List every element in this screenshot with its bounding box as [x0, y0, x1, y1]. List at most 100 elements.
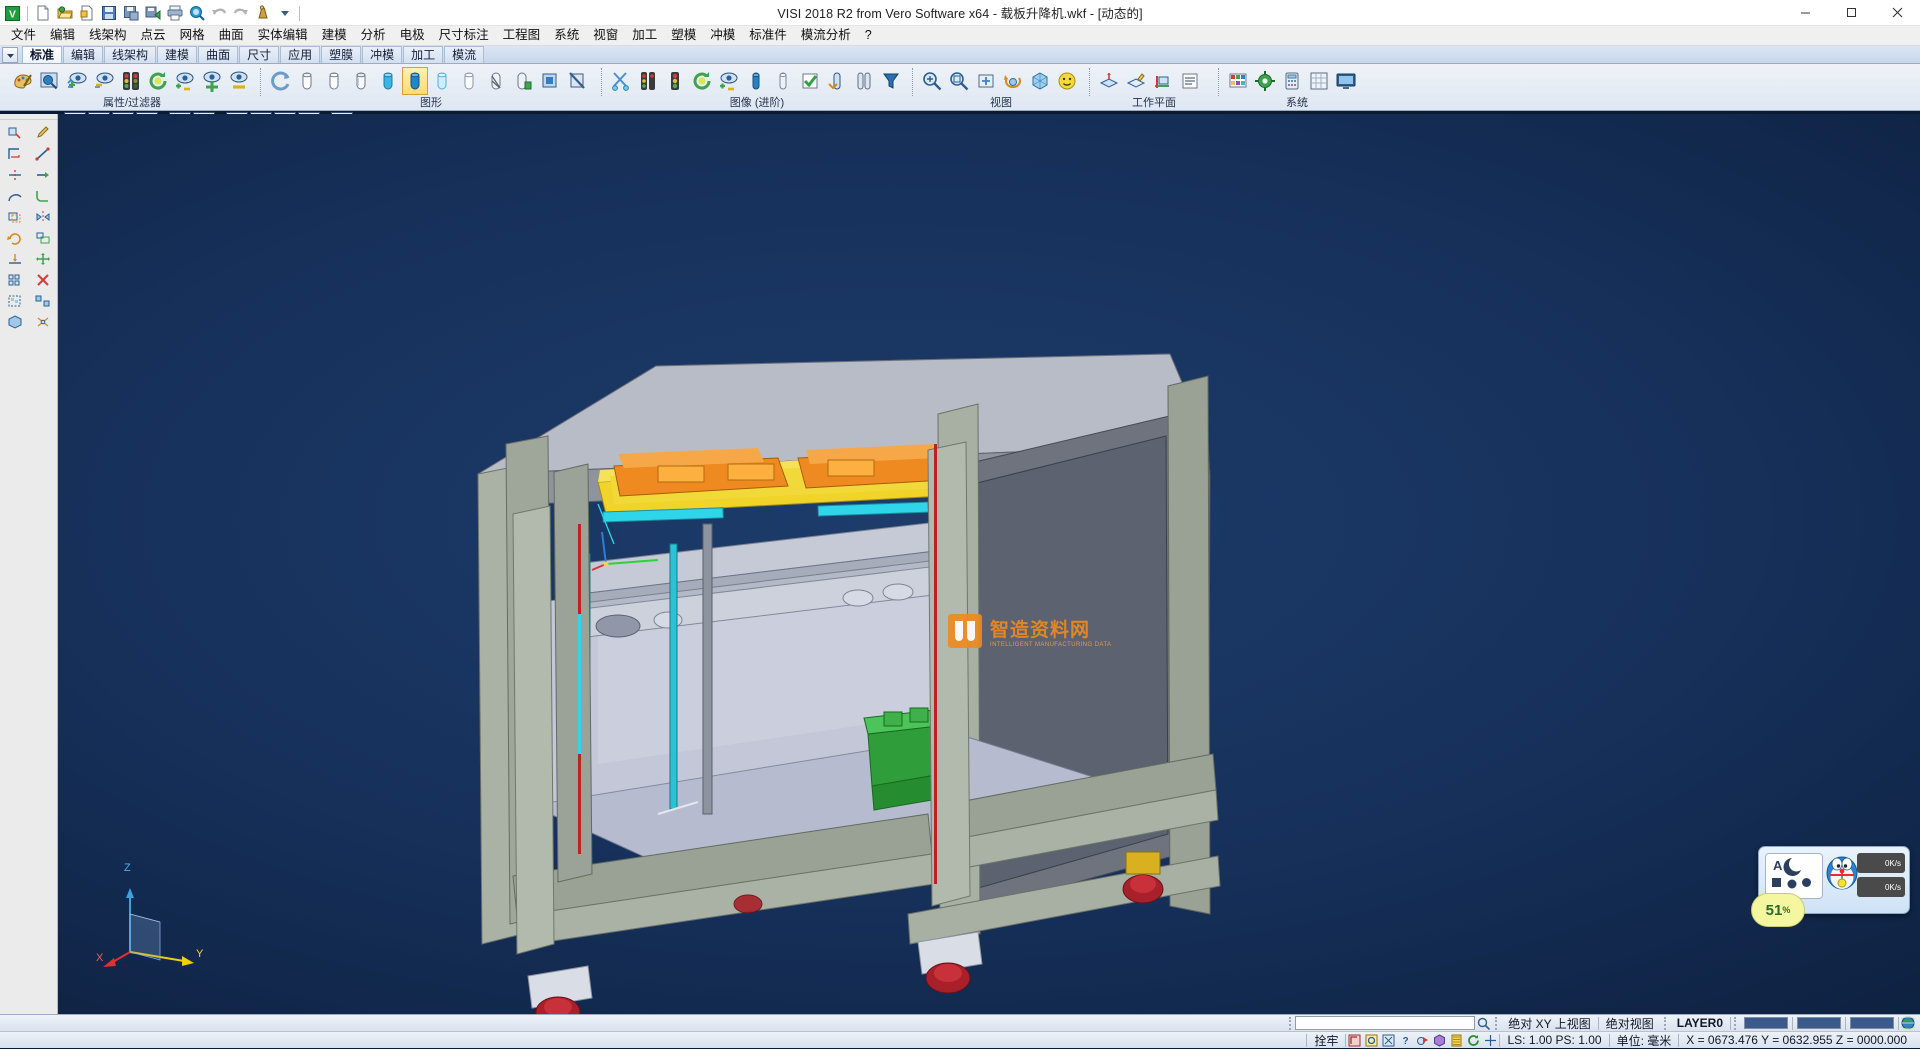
- ribbon-tab-machining[interactable]: 加工: [403, 46, 443, 63]
- rotate-dynamic-icon[interactable]: [1000, 67, 1026, 95]
- visibility-toggle-icon[interactable]: [172, 67, 198, 95]
- close-button[interactable]: [1874, 0, 1920, 26]
- edge-display-icon[interactable]: [537, 67, 563, 95]
- menu-item-10[interactable]: 尺寸标注: [432, 26, 496, 45]
- view-mode-label[interactable]: 绝对 XY 上视图: [1501, 1015, 1597, 1032]
- menu-item-17[interactable]: 标准件: [742, 26, 794, 45]
- scissors-icon[interactable]: [608, 67, 634, 95]
- snap-mid-icon[interactable]: [1363, 1033, 1380, 1048]
- save-as-icon[interactable]: [120, 3, 141, 24]
- menu-item-15[interactable]: 塑模: [664, 26, 703, 45]
- group-icon[interactable]: [1, 290, 29, 311]
- menu-item-19[interactable]: ?: [858, 26, 879, 45]
- entity-select-icon[interactable]: [1, 122, 29, 143]
- geometry-measure-icon[interactable]: [1, 143, 29, 164]
- minimize-button[interactable]: [1782, 0, 1828, 26]
- snap-center-icon[interactable]: [1380, 1033, 1397, 1048]
- cylinder-blue-icon[interactable]: [743, 67, 769, 95]
- dynamic-section-icon[interactable]: [510, 67, 536, 95]
- import-icon[interactable]: [76, 3, 97, 24]
- visibility-add-icon[interactable]: [64, 67, 90, 95]
- layer-label[interactable]: LAYER0: [1670, 1015, 1730, 1032]
- snap-refresh-icon[interactable]: [1465, 1033, 1482, 1048]
- monitor-icon[interactable]: [1333, 67, 1359, 95]
- settings-gear-icon[interactable]: [1252, 67, 1278, 95]
- ribbon-tab-press[interactable]: 冲模: [362, 46, 402, 63]
- menu-item-12[interactable]: 系统: [547, 26, 586, 45]
- calculator-icon[interactable]: [1279, 67, 1305, 95]
- workplane-axis-icon[interactable]: [1150, 67, 1176, 95]
- color-swatch-3[interactable]: [1850, 1017, 1894, 1029]
- snap-help-icon[interactable]: ?: [1397, 1033, 1414, 1048]
- menu-item-3[interactable]: 点云: [134, 26, 173, 45]
- menu-item-11[interactable]: 工程图: [496, 26, 548, 45]
- cad-model-3d[interactable]: [58, 114, 1920, 1014]
- check-green-icon[interactable]: [797, 67, 823, 95]
- ribbon-group-view-items[interactable]: [913, 66, 1089, 96]
- ribbon-tab-strip[interactable]: 标准 编辑 线架构 建模 曲面 尺寸 应用 塑膜 冲模 加工 模流: [0, 46, 1920, 64]
- visibility-remove-icon[interactable]: [91, 67, 117, 95]
- pan-icon[interactable]: [973, 67, 999, 95]
- color-table-icon[interactable]: [1225, 67, 1251, 95]
- ribbon-group-graphics-items[interactable]: [261, 66, 601, 96]
- ribbon-group-system-items[interactable]: [1219, 66, 1375, 96]
- menu-item-4[interactable]: 网格: [173, 26, 212, 45]
- toggle-visibility-icon[interactable]: [716, 67, 742, 95]
- ribbon-tab-standard[interactable]: 标准: [22, 46, 62, 63]
- traffic-light-3-icon[interactable]: [662, 67, 688, 95]
- preview-icon[interactable]: [186, 3, 207, 24]
- no-shade-icon[interactable]: [564, 67, 590, 95]
- redo-icon[interactable]: [230, 3, 251, 24]
- left-tool-grid[interactable]: [0, 120, 57, 332]
- arc-icon[interactable]: [1, 185, 29, 206]
- zoom-window-icon[interactable]: [919, 67, 945, 95]
- absolute-view-label[interactable]: 绝对视图: [1599, 1015, 1661, 1032]
- status-bar-primary[interactable]: 绝对 XY 上视图 绝对视图 LAYER0: [0, 1014, 1920, 1031]
- visibility-plus-icon[interactable]: [199, 67, 225, 95]
- window-controls[interactable]: [1782, 0, 1920, 26]
- ungroup-icon[interactable]: [29, 290, 57, 311]
- delete-icon[interactable]: [29, 269, 57, 290]
- menu-item-14[interactable]: 加工: [625, 26, 664, 45]
- palette-icon[interactable]: [10, 67, 36, 95]
- ribbon-collapse-icon[interactable]: [2, 47, 18, 63]
- translate-icon[interactable]: [29, 248, 57, 269]
- shade-transparent-icon[interactable]: [429, 67, 455, 95]
- extend-icon[interactable]: [29, 164, 57, 185]
- refresh-green-icon[interactable]: [145, 67, 171, 95]
- ribbon-tab-edit[interactable]: 编辑: [63, 46, 103, 63]
- fillet-icon[interactable]: [29, 185, 57, 206]
- menu-item-13[interactable]: 视窗: [586, 26, 625, 45]
- menu-item-2[interactable]: 线架构: [82, 26, 134, 45]
- shade-flat-icon[interactable]: [348, 67, 374, 95]
- zoom-all-icon[interactable]: [946, 67, 972, 95]
- open-file-icon[interactable]: [54, 3, 75, 24]
- layer-properties-icon[interactable]: [37, 67, 63, 95]
- array-icon[interactable]: [1, 269, 29, 290]
- units-label[interactable]: 单位: 毫米: [1610, 1032, 1679, 1049]
- globe-icon[interactable]: [1899, 1016, 1916, 1031]
- ribbon-tab-mould[interactable]: 塑膜: [321, 46, 361, 63]
- ribbon-group-image-items[interactable]: [602, 66, 912, 96]
- cylinder-gray-icon[interactable]: [770, 67, 796, 95]
- left-tool-rail[interactable]: [0, 114, 58, 1014]
- snap-intersect-icon[interactable]: [1414, 1033, 1431, 1048]
- shade-hidden-icon[interactable]: [321, 67, 347, 95]
- menu-item-6[interactable]: 实体编辑: [251, 26, 315, 45]
- export-icon[interactable]: [142, 3, 163, 24]
- ribbon-tab-dimension[interactable]: 尺寸: [239, 46, 279, 63]
- cylinder-pair-icon[interactable]: [851, 67, 877, 95]
- menu-bar[interactable]: 文件 编辑 线架构 点云 网格 曲面 实体编辑 建模 分析 电极 尺寸标注 工程…: [0, 26, 1920, 46]
- qat-dropdown-icon[interactable]: [274, 3, 295, 24]
- menu-item-9[interactable]: 电极: [393, 26, 432, 45]
- workplane-edit-icon[interactable]: [1123, 67, 1149, 95]
- shade-render-icon[interactable]: [402, 67, 428, 95]
- traffic-light-2-icon[interactable]: [635, 67, 661, 95]
- explode-icon[interactable]: [29, 311, 57, 332]
- color-swatch-1[interactable]: [1744, 1017, 1788, 1029]
- ribbon-tab-modeling[interactable]: 建模: [157, 46, 197, 63]
- trim-icon[interactable]: [1, 164, 29, 185]
- maximize-button[interactable]: [1828, 0, 1874, 26]
- color-swatch-2[interactable]: [1797, 1017, 1841, 1029]
- workplane-new-icon[interactable]: [1096, 67, 1122, 95]
